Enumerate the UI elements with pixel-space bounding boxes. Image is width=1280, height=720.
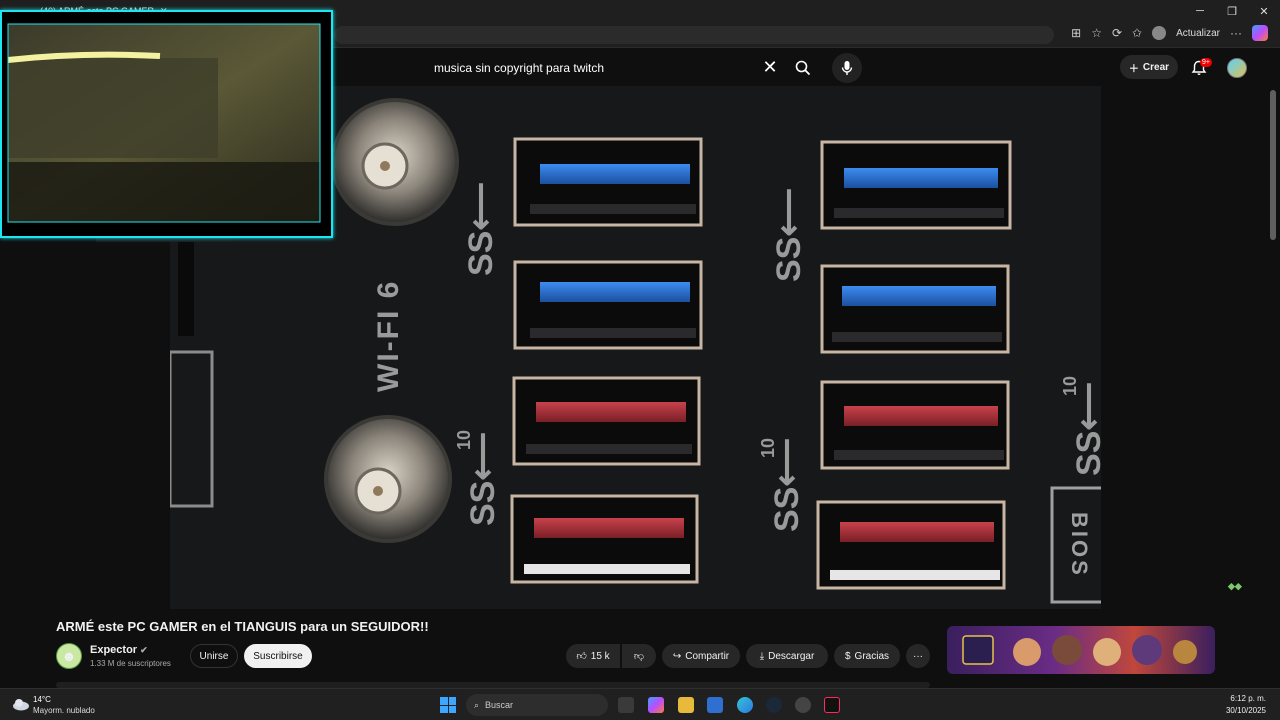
svg-text:SS⟵: SS⟵ bbox=[462, 182, 500, 276]
search-icon: ⌕ bbox=[474, 699, 480, 710]
webcam-feed-image bbox=[7, 23, 321, 223]
apps-icon[interactable]: ⊞ bbox=[1071, 26, 1081, 40]
clock-time[interactable]: 6:12 p. m. bbox=[1230, 694, 1266, 703]
clock-date[interactable]: 30/10/2025 bbox=[1226, 706, 1266, 715]
app-icon[interactable] bbox=[795, 697, 811, 713]
favorites-icon[interactable]: ✩ bbox=[1132, 26, 1142, 40]
create-label: Crear bbox=[1142, 61, 1170, 73]
notifications-badge: 9+ bbox=[1200, 58, 1212, 67]
subscriber-count: 1.33 M de suscriptores bbox=[90, 659, 171, 668]
profile-avatar[interactable] bbox=[1227, 58, 1247, 78]
usb-10gbps-port bbox=[820, 380, 1010, 470]
address-field[interactable] bbox=[334, 26, 1054, 44]
more-actions-button[interactable]: ··· bbox=[906, 644, 930, 668]
file-explorer-icon[interactable] bbox=[678, 697, 694, 713]
like-count: 15 k bbox=[590, 650, 610, 662]
minimize-icon[interactable]: ─ bbox=[1184, 0, 1216, 22]
video-title: ARMÉ este PC GAMER en el TIANGUIS para u… bbox=[56, 619, 429, 634]
steam-icon[interactable] bbox=[766, 697, 782, 713]
toolbar-right: ⊞ ☆ ⟳ ✩ Actualizar ··· bbox=[1071, 25, 1268, 41]
thumbs-down-icon: 👎︎ bbox=[633, 651, 645, 662]
taskbar-search-placeholder: Buscar bbox=[485, 700, 514, 710]
download-icon: ⤓ bbox=[759, 650, 765, 662]
windows-taskbar: 14°C Mayorm. nublado ⌕ Buscar 6:12 p. m.… bbox=[0, 688, 1280, 720]
share-label: Compartir bbox=[685, 650, 730, 662]
window-controls: ─ ❐ ✕ bbox=[1184, 0, 1280, 22]
clear-search-icon[interactable]: ✕ bbox=[760, 57, 780, 77]
search-icon[interactable] bbox=[785, 54, 821, 82]
join-button[interactable]: Unirse bbox=[190, 644, 238, 668]
weather-description: Mayorm. nublado bbox=[33, 706, 95, 715]
download-button[interactable]: ⤓ Descargar bbox=[746, 644, 828, 668]
subscribe-button[interactable]: Suscribirse bbox=[244, 644, 312, 668]
task-view-icon[interactable] bbox=[618, 697, 634, 713]
cloudy-weather-icon[interactable] bbox=[12, 697, 30, 711]
edge-browser-icon[interactable] bbox=[737, 697, 753, 713]
favorite-star-icon[interactable]: ☆ bbox=[1091, 26, 1102, 40]
wifi-label: WI-FI 6 bbox=[372, 280, 405, 392]
thanks-label: Gracias bbox=[854, 650, 889, 662]
copilot-app-icon[interactable] bbox=[648, 697, 664, 713]
webcam-overlay bbox=[0, 10, 333, 238]
thanks-button[interactable]: $ Gracias bbox=[834, 644, 900, 668]
store-icon[interactable] bbox=[707, 697, 723, 713]
update-button[interactable]: Actualizar bbox=[1176, 28, 1220, 39]
download-label: Descargar bbox=[768, 650, 815, 662]
search-input[interactable]: musica sin copyright para twitch bbox=[424, 54, 791, 82]
usb-speed-label: 10 bbox=[758, 438, 778, 458]
extensions-icon[interactable]: ⟳ bbox=[1112, 26, 1122, 40]
windows-start-icon[interactable] bbox=[440, 697, 456, 713]
ad-artwork-image bbox=[962, 635, 1197, 666]
usb-10gbps-port bbox=[512, 376, 701, 466]
close-window-icon[interactable]: ✕ bbox=[1248, 0, 1280, 22]
taskbar-search[interactable]: ⌕ Buscar bbox=[466, 694, 608, 716]
thumbs-up-icon: 👍︎ bbox=[576, 651, 587, 662]
create-button[interactable]: ＋ Crear bbox=[1120, 55, 1178, 79]
usb-10gbps-port bbox=[510, 494, 699, 584]
dislike-button[interactable]: 👎︎ bbox=[622, 644, 656, 668]
bios-label: BIOS bbox=[1067, 512, 1092, 578]
tiktok-icon[interactable] bbox=[824, 697, 840, 713]
usb-speed-label: 10 bbox=[454, 430, 474, 450]
maximize-icon[interactable]: ❐ bbox=[1216, 0, 1248, 22]
usb3-port bbox=[513, 137, 703, 227]
usb3-port bbox=[513, 260, 703, 350]
ad-banner[interactable] bbox=[947, 626, 1215, 674]
recommendations-area bbox=[1101, 86, 1280, 609]
channel-name[interactable]: Expector ✔ bbox=[90, 644, 148, 656]
usb-speed-label: 10 bbox=[1060, 376, 1080, 396]
like-button[interactable]: 👍︎ 15 k bbox=[566, 644, 620, 668]
temperature: 14°C bbox=[33, 695, 51, 704]
share-button[interactable]: ↪ Compartir bbox=[662, 644, 740, 668]
usb3-port bbox=[820, 264, 1010, 354]
verified-icon: ✔ bbox=[140, 645, 148, 655]
usb3-port bbox=[820, 140, 1012, 230]
svg-text:SS⟵: SS⟵ bbox=[770, 188, 808, 282]
plus-icon: ＋ bbox=[1128, 63, 1139, 75]
copilot-icon[interactable] bbox=[1252, 25, 1268, 41]
share-icon: ↪ bbox=[672, 650, 682, 662]
thanks-icon: $ bbox=[844, 650, 851, 662]
microphone-icon[interactable] bbox=[832, 53, 862, 83]
browser-profile-avatar[interactable] bbox=[1152, 26, 1167, 40]
channel-watermark-icon[interactable]: ◆◆ bbox=[1228, 581, 1242, 592]
usb-10gbps-port bbox=[816, 500, 1006, 590]
page-scrollbar[interactable] bbox=[1270, 90, 1276, 240]
more-menu-icon[interactable]: ··· bbox=[1230, 26, 1242, 40]
channel-avatar[interactable]: ☻ bbox=[56, 643, 82, 669]
